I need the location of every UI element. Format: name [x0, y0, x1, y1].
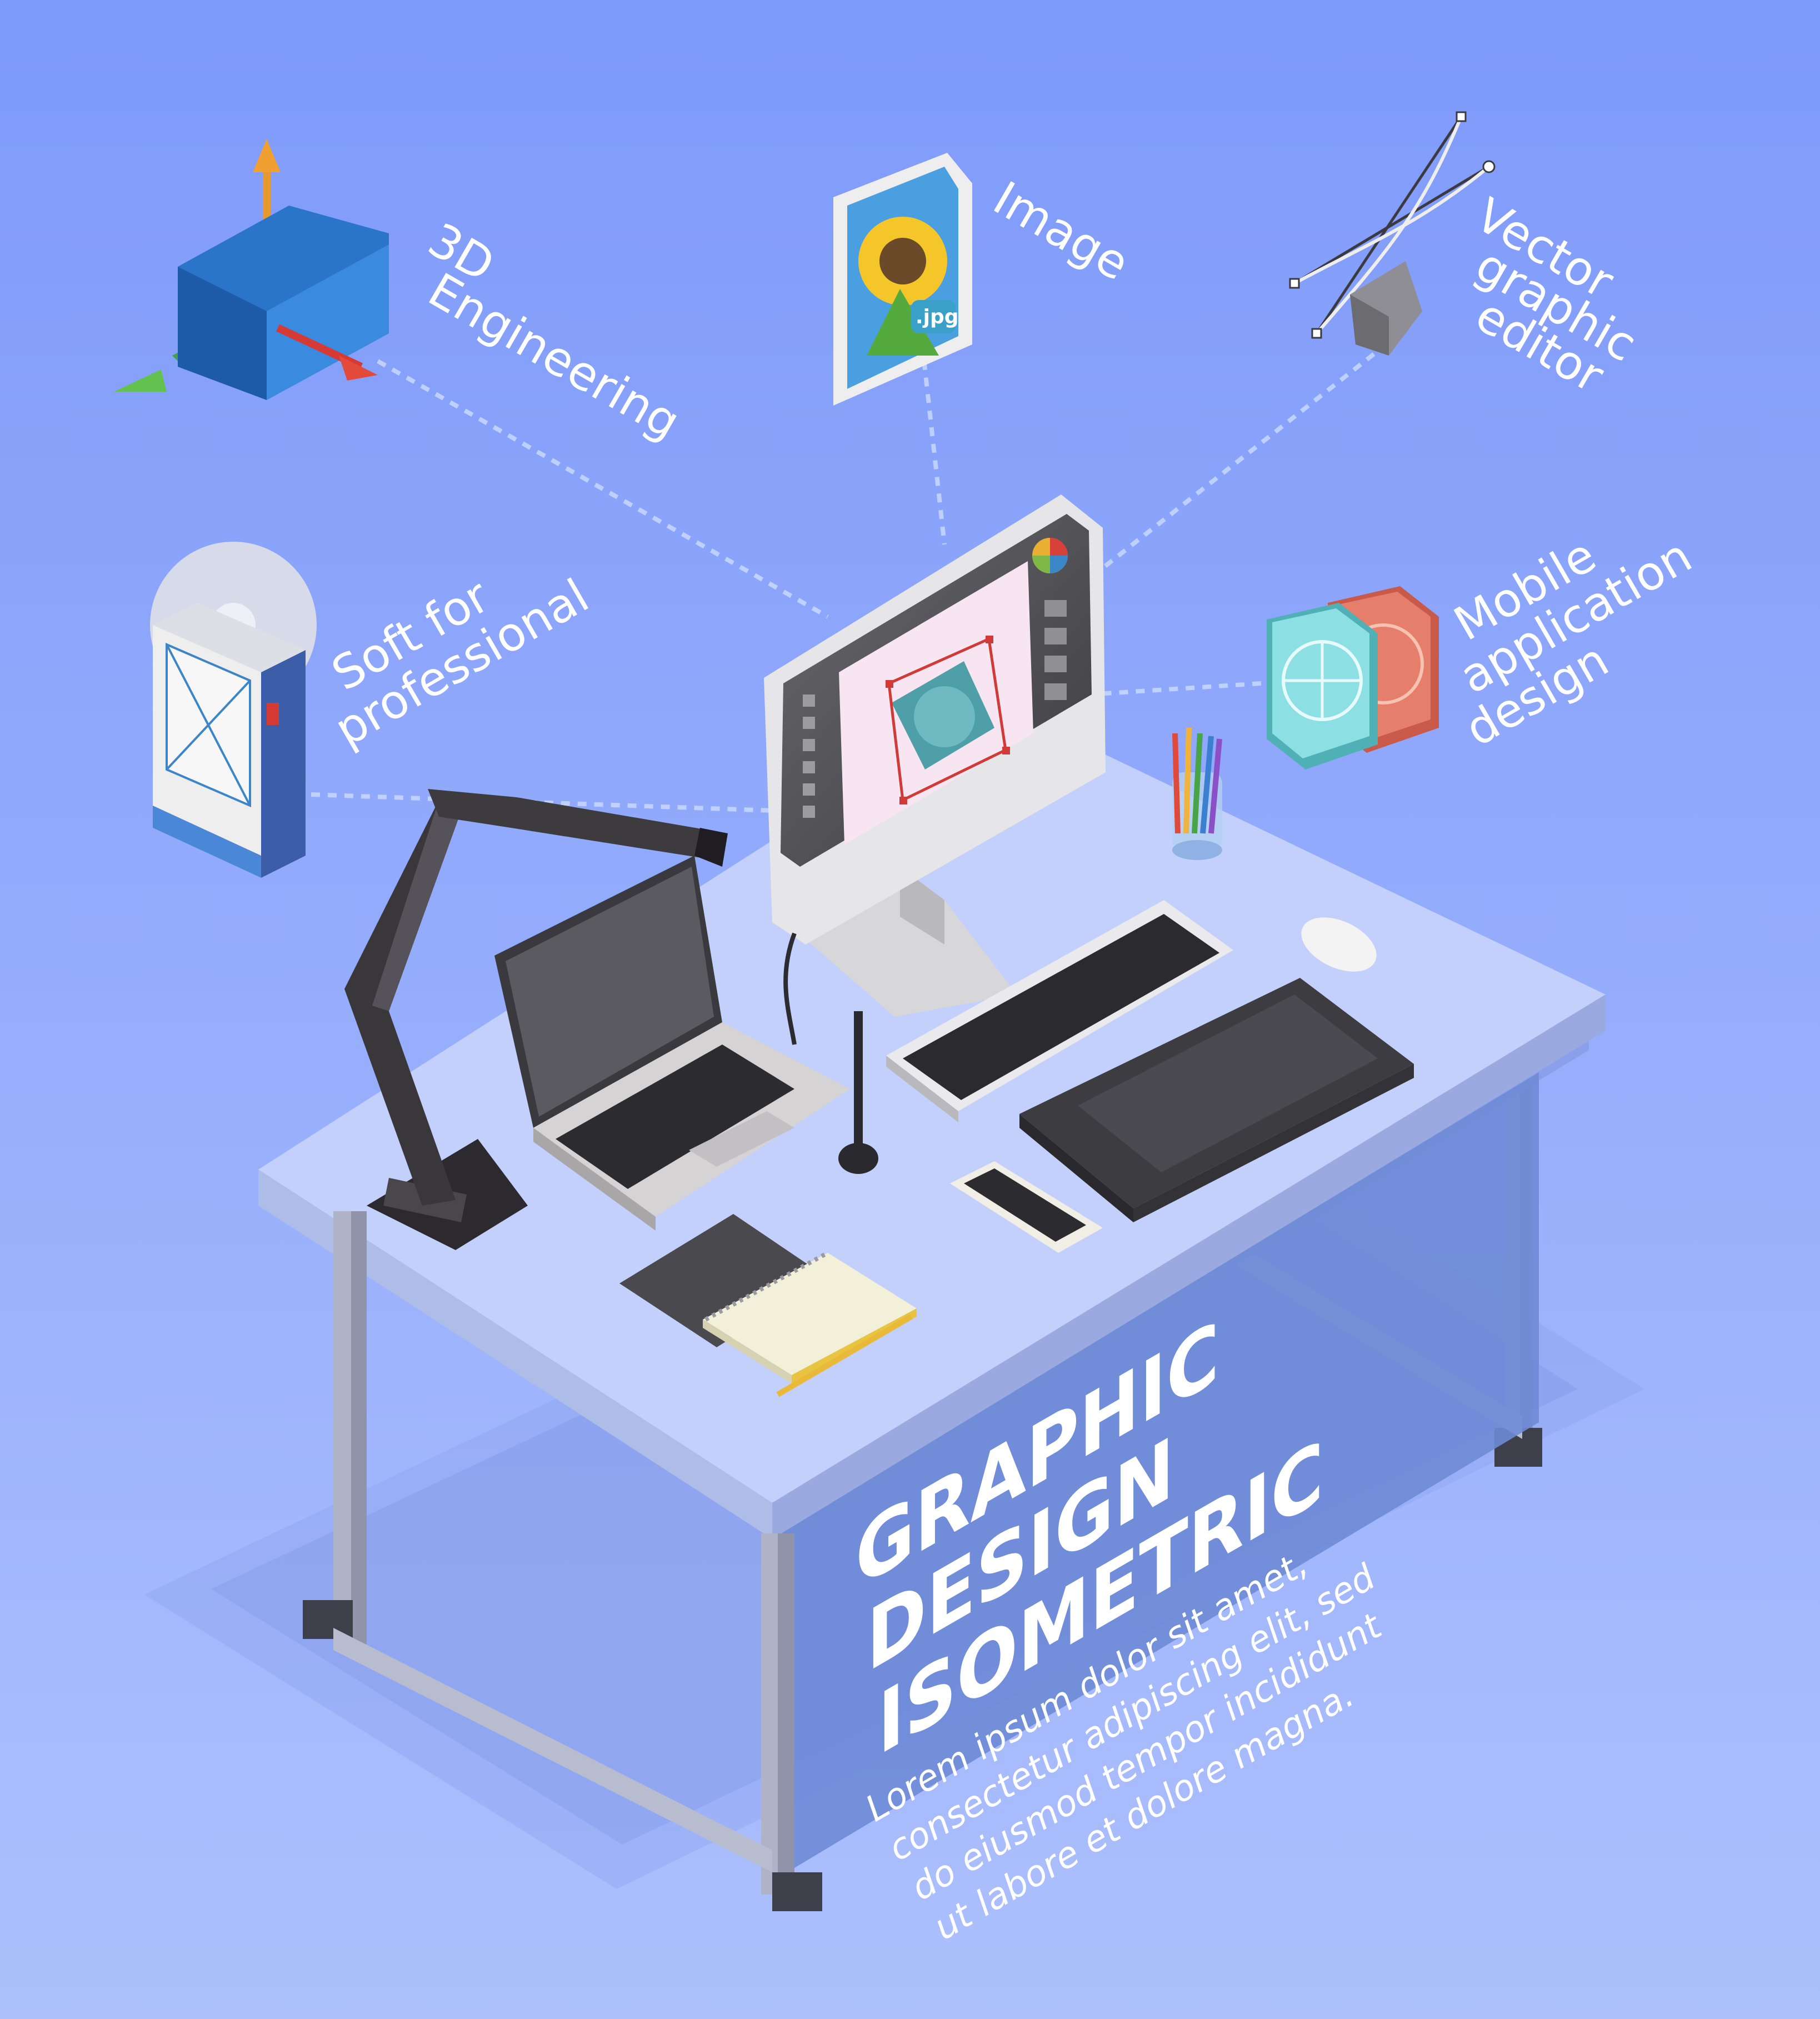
jpg-badge: .jpg: [916, 306, 959, 328]
isometric-scene: GRAPHIC DESIGN ISOMETRIC Lorem ipsum dol…: [0, 0, 1820, 2019]
software-box-icon: [150, 542, 317, 878]
